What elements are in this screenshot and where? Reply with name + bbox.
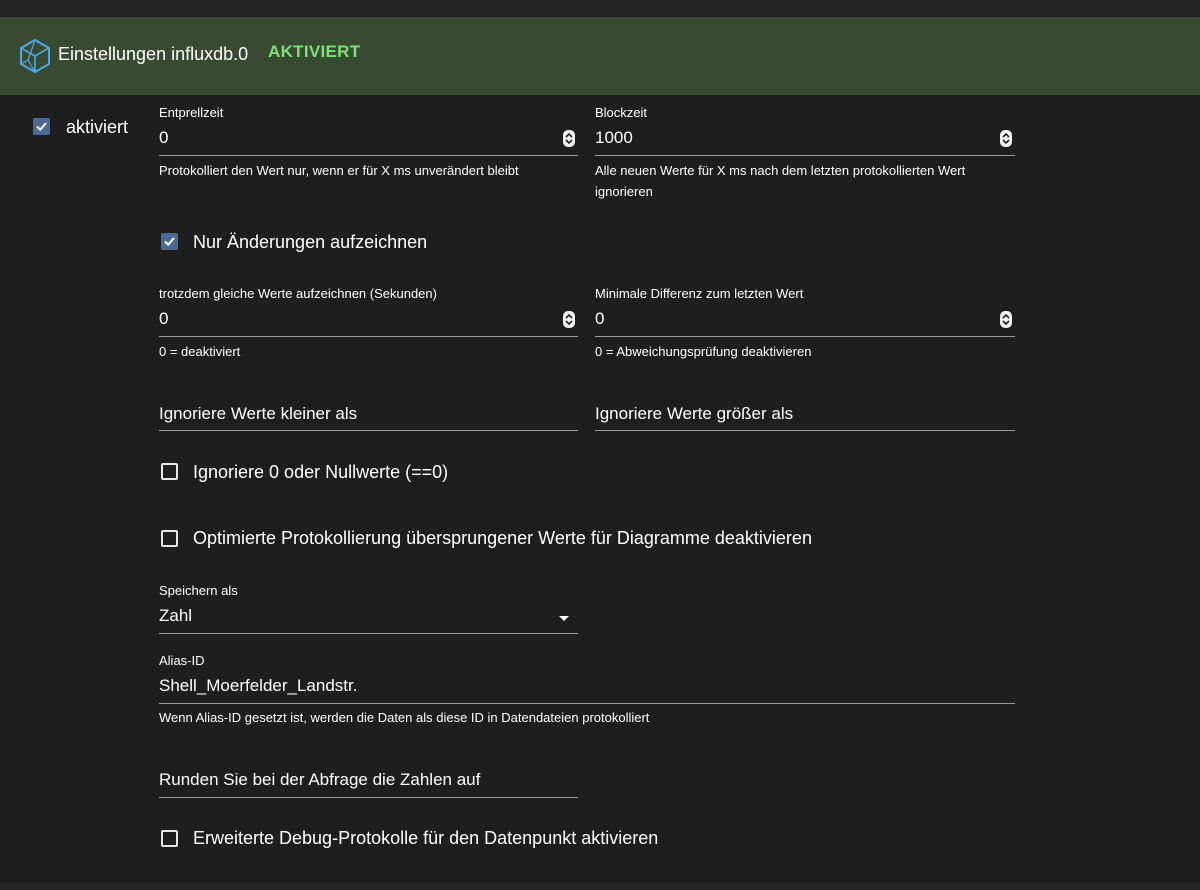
window-top-strip: [0, 0, 1200, 17]
debug-label: Erweiterte Debug-Protokolle für den Date…: [193, 828, 659, 848]
alias-underline: [159, 703, 1015, 704]
window-bottom-strip: [0, 883, 1200, 890]
ignore-below-input[interactable]: Ignoriere Werte kleiner als: [159, 403, 357, 425]
blocktime-input[interactable]: 1000: [595, 127, 633, 149]
debounce-underline: [159, 155, 578, 156]
influxdb-cube-icon: [20, 38, 50, 74]
round-underline: [159, 797, 578, 798]
blocktime-spinner-icon[interactable]: [1000, 130, 1012, 147]
same-values-input[interactable]: 0: [159, 308, 168, 330]
store-as-underline: [159, 633, 578, 634]
disable-optimized-label: Optimierte Protokollierung übersprungene…: [193, 528, 812, 548]
settings-title: Einstellungen influxdb.0: [58, 44, 249, 64]
same-values-label: trotzdem gleiche Werte aufzeichnen (Seku…: [159, 286, 437, 301]
store-as-label: Speichern als: [159, 583, 238, 598]
blocktime-underline: [595, 155, 1015, 156]
debounce-label: Entprellzeit: [159, 105, 224, 120]
same-values-underline: [159, 336, 578, 337]
disable-optimized-checkbox[interactable]: [161, 530, 178, 547]
status-badge: AKTIVIERT: [268, 42, 361, 61]
same-values-helper: 0 = deaktiviert: [159, 344, 241, 359]
min-diff-helper: 0 = Abweichungsprüfung deaktivieren: [595, 344, 812, 359]
alias-label: Alias-ID: [159, 653, 205, 668]
debug-checkbox[interactable]: [161, 830, 178, 847]
enabled-label: aktiviert: [66, 117, 129, 137]
min-diff-underline: [595, 336, 1015, 337]
changes-only-checkbox[interactable]: [161, 233, 178, 250]
min-diff-spinner-icon[interactable]: [1000, 311, 1012, 328]
changes-only-label: Nur Änderungen aufzeichnen: [193, 232, 428, 252]
round-input[interactable]: Runden Sie bei der Abfrage die Zahlen au…: [159, 769, 480, 791]
debounce-helper: Protokolliert den Wert nur, wenn er für …: [159, 163, 519, 178]
debounce-input[interactable]: 0: [159, 127, 168, 149]
min-diff-label: Minimale Differenz zum letzten Wert: [595, 286, 804, 301]
enabled-checkbox[interactable]: [33, 118, 50, 135]
blocktime-helper: Alle neuen Werte für X ms nach dem letzt…: [595, 163, 966, 199]
same-values-spinner-icon[interactable]: [563, 311, 575, 328]
store-as-select[interactable]: Zahl: [159, 605, 192, 627]
alias-helper: Wenn Alias-ID gesetzt ist, werden die Da…: [159, 710, 650, 725]
ignore-below-underline: [159, 430, 578, 431]
ignore-above-underline: [595, 430, 1015, 431]
checkmark-icon: [164, 237, 175, 247]
alias-input[interactable]: Shell_Moerfelder_Landstr.: [159, 675, 357, 697]
debounce-spinner-icon[interactable]: [563, 130, 575, 147]
blocktime-label: Blockzeit: [595, 105, 648, 120]
ignore-above-input[interactable]: Ignoriere Werte größer als: [595, 403, 793, 425]
chevron-down-icon[interactable]: [559, 616, 569, 621]
ignore-zero-label: Ignoriere 0 oder Nullwerte (==0): [193, 462, 449, 482]
min-diff-input[interactable]: 0: [595, 308, 604, 330]
settings-header: Einstellungen influxdb.0 AKTIVIERT: [0, 17, 1200, 95]
ignore-zero-checkbox[interactable]: [161, 463, 178, 480]
checkmark-icon: [36, 122, 47, 132]
